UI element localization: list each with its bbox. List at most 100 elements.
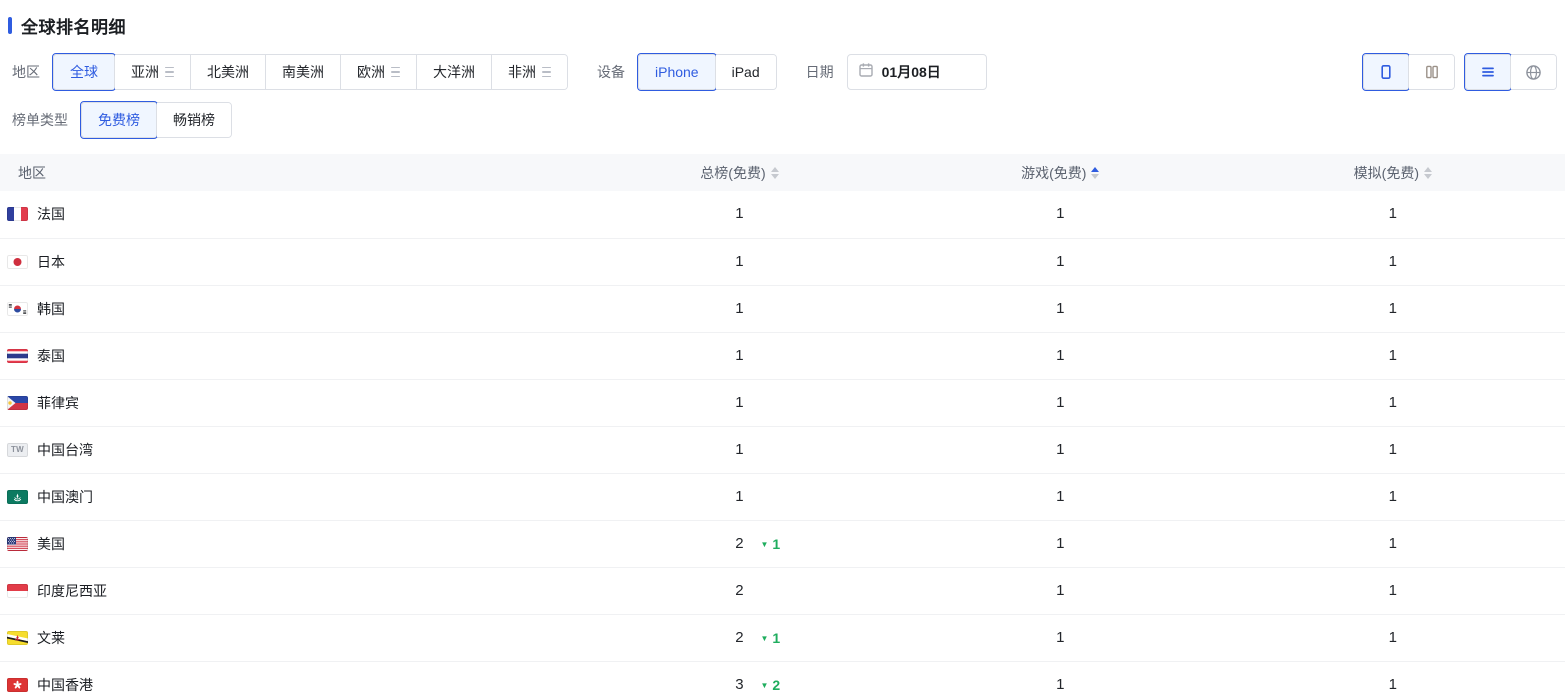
flag-indonesia-icon: [7, 584, 28, 598]
total-rank: 1: [735, 394, 743, 411]
page-header: 全球排名明细: [0, 0, 1565, 38]
sim-rank: 1: [1389, 629, 1397, 646]
list-type-label: 榜单类型: [12, 110, 68, 130]
game-rank: 1: [1056, 676, 1064, 693]
title-accent-bar: [8, 17, 12, 34]
region-option-label: 亚洲: [131, 62, 159, 82]
total-rank: 1: [735, 253, 743, 270]
region-name: 法国: [37, 204, 65, 224]
flag-south-korea-icon: [7, 302, 28, 316]
device-option-label: iPad: [732, 64, 760, 80]
column-header-sim-free[interactable]: 模拟(免费): [1221, 154, 1565, 191]
region-option-label: 大洋洲: [433, 62, 475, 82]
region-option-global[interactable]: 全球: [54, 55, 115, 89]
table-row[interactable]: 中国香港 32 1 1: [0, 661, 1565, 698]
sort-toggle-icon[interactable]: [1091, 167, 1099, 179]
table-row[interactable]: 美国 21 1 1: [0, 520, 1565, 567]
column-label: 模拟(免费): [1354, 163, 1419, 183]
total-rank: 2: [735, 582, 743, 599]
region-name: 美国: [37, 534, 65, 554]
region-name: 中国澳门: [37, 487, 93, 507]
global-ranking-page: 全球排名明细 地区 全球 亚洲 北美洲 南美洲 欧洲 大洋洲 非洲 设备 iPh…: [0, 0, 1565, 698]
game-rank: 1: [1056, 535, 1064, 552]
table-row[interactable]: 日本 1 1 1: [0, 238, 1565, 285]
table-row[interactable]: 菲律宾 1 1 1: [0, 379, 1565, 426]
sim-rank: 1: [1389, 253, 1397, 270]
submenu-icon: [165, 66, 174, 79]
flag-hong-kong-icon: [7, 678, 28, 692]
globe-view-button[interactable]: [1511, 55, 1556, 89]
region-option-africa[interactable]: 非洲: [492, 55, 567, 89]
game-rank: 1: [1056, 253, 1064, 270]
flag-philippines-icon: [7, 396, 28, 410]
game-rank: 1: [1056, 205, 1064, 222]
column-label: 总榜(免费): [700, 163, 765, 183]
region-name: 菲律宾: [37, 393, 79, 413]
column-header-region: 地区: [0, 154, 579, 191]
game-rank: 1: [1056, 441, 1064, 458]
sort-toggle-icon[interactable]: [1424, 167, 1432, 179]
sim-rank: 1: [1389, 488, 1397, 505]
view-toolbar: [1363, 54, 1557, 90]
rank-change-down: 1: [760, 630, 780, 646]
game-rank: 1: [1056, 488, 1064, 505]
flag-usa-icon: [7, 537, 28, 551]
table-row[interactable]: 法国 1 1 1: [0, 191, 1565, 238]
table-row[interactable]: 印度尼西亚 2 1 1: [0, 567, 1565, 614]
table-row[interactable]: 中国澳门 1 1 1: [0, 473, 1565, 520]
region-name: 印度尼西亚: [37, 581, 107, 601]
sim-rank: 1: [1389, 205, 1397, 222]
compare-view-button[interactable]: [1409, 55, 1454, 89]
region-option-europe[interactable]: 欧洲: [341, 55, 417, 89]
region-option-label: 北美洲: [207, 62, 249, 82]
list-type-option-label: 畅销榜: [173, 110, 215, 130]
region-option-asia[interactable]: 亚洲: [115, 55, 191, 89]
date-picker-input[interactable]: 01月08日: [847, 54, 987, 90]
list-type-option-grossing[interactable]: 畅销榜: [157, 103, 231, 137]
total-rank: 1: [735, 441, 743, 458]
display-mode-group: [1465, 54, 1557, 90]
device-option-label: iPhone: [655, 64, 699, 80]
total-rank: 1: [735, 347, 743, 364]
region-filter: 地区 全球 亚洲 北美洲 南美洲 欧洲 大洋洲 非洲: [12, 54, 568, 90]
ranking-table: 地区 总榜(免费) 游戏(免费) 模拟(免费) 法国 1 1 1: [0, 154, 1565, 698]
sim-rank: 1: [1389, 300, 1397, 317]
region-name: 日本: [37, 252, 65, 272]
region-option-north-america[interactable]: 北美洲: [191, 55, 266, 89]
table-row[interactable]: 泰国 1 1 1: [0, 332, 1565, 379]
region-name: 中国香港: [37, 675, 93, 695]
column-header-total-free[interactable]: 总榜(免费): [579, 154, 900, 191]
column-header-game-free[interactable]: 游戏(免费): [900, 154, 1221, 191]
globe-icon: [1525, 64, 1542, 81]
table-row[interactable]: 韩国 1 1 1: [0, 285, 1565, 332]
list-view-button[interactable]: [1466, 55, 1511, 89]
flag-brunei-icon: [7, 631, 28, 645]
table-row[interactable]: 文莱 21 1 1: [0, 614, 1565, 661]
rank-change-down: 1: [760, 536, 780, 552]
layout-switch-group: [1363, 54, 1455, 90]
date-filter: 日期 01月08日: [806, 54, 987, 90]
device-filter-label: 设备: [597, 62, 625, 82]
sim-rank: 1: [1389, 441, 1397, 458]
device-filter: 设备 iPhone iPad: [597, 54, 777, 90]
table-header-row: 地区 总榜(免费) 游戏(免费) 模拟(免费): [0, 154, 1565, 191]
flag-macau-icon: [7, 490, 28, 504]
flag-thailand-icon: [7, 349, 28, 363]
rank-change-down: 2: [760, 677, 780, 693]
total-rank: 2: [735, 535, 743, 552]
region-option-label: 南美洲: [282, 62, 324, 82]
region-option-label: 全球: [70, 62, 98, 82]
sim-rank: 1: [1389, 394, 1397, 411]
sort-toggle-icon[interactable]: [771, 167, 779, 179]
region-filter-label: 地区: [12, 62, 40, 82]
device-option-ipad[interactable]: iPad: [716, 55, 776, 89]
table-row[interactable]: TW 中国台湾 1 1 1: [0, 426, 1565, 473]
flag-taiwan-icon: TW: [7, 443, 28, 457]
list-view-icon: [1480, 64, 1496, 80]
region-option-oceania[interactable]: 大洋洲: [417, 55, 492, 89]
list-type-option-free[interactable]: 免费榜: [82, 103, 157, 137]
submenu-icon: [542, 66, 551, 79]
device-option-iphone[interactable]: iPhone: [639, 55, 716, 89]
region-option-south-america[interactable]: 南美洲: [266, 55, 341, 89]
portrait-view-button[interactable]: [1364, 55, 1409, 89]
